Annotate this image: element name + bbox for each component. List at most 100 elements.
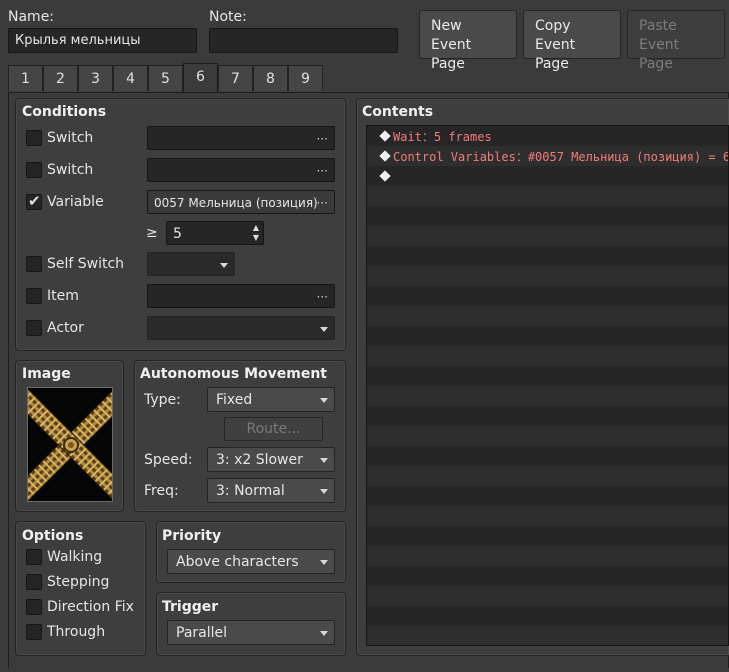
empty-row <box>367 346 728 366</box>
switch1-label: Switch <box>47 130 94 146</box>
spinner-arrows-icon[interactable]: ▲ ▼ <box>253 223 259 243</box>
new-event-page-line1: New <box>431 18 462 34</box>
tab-7[interactable]: 7 <box>218 65 253 91</box>
movement-type-label: Type: <box>144 392 181 408</box>
switch2-select[interactable]: ··· <box>147 158 335 182</box>
paste-event-page-button[interactable]: Paste Event Page <box>627 10 725 72</box>
empty-row <box>367 466 728 486</box>
priority-select[interactable]: Above characters <box>167 549 335 574</box>
paste-event-page-line1: Paste <box>639 18 677 34</box>
chevron-down-icon <box>320 458 328 463</box>
stepping-label: Stepping <box>47 574 110 590</box>
movement-freq-select[interactable]: 3: Normal <box>207 478 335 503</box>
direction-fix-label: Direction Fix <box>47 599 134 615</box>
name-label: Name: <box>8 9 55 25</box>
actor-select[interactable] <box>147 316 335 340</box>
movement-type-select[interactable]: Fixed <box>207 387 335 412</box>
direction-fix-checkbox[interactable] <box>26 599 42 615</box>
tab-6[interactable]: 6 <box>183 63 218 93</box>
chevron-down-icon <box>320 560 328 565</box>
empty-row <box>367 446 728 466</box>
walking-checkbox[interactable] <box>26 549 42 565</box>
stepping-checkbox[interactable] <box>26 574 42 590</box>
options-title: Options <box>22 528 84 544</box>
note-input[interactable] <box>209 28 398 53</box>
trigger-select[interactable]: Parallel <box>167 620 335 645</box>
movement-freq-label: Freq: <box>144 483 179 499</box>
actor-label: Actor <box>47 320 84 336</box>
self-switch-label: Self Switch <box>47 256 125 272</box>
actor-checkbox[interactable] <box>26 320 42 336</box>
command-row[interactable] <box>367 166 728 186</box>
variable-checkbox[interactable]: ✔ <box>26 192 42 210</box>
empty-row <box>367 626 728 645</box>
through-checkbox[interactable] <box>26 624 42 640</box>
switch1-checkbox[interactable] <box>26 130 42 146</box>
movement-speed-label: Speed: <box>144 452 193 468</box>
new-event-page-line2: Event Page <box>431 37 472 72</box>
ellipsis-icon: ··· <box>316 164 328 178</box>
command-list[interactable]: Wait：5 frames Control Variables：#0057 Ме… <box>366 125 729 646</box>
through-label: Through <box>47 624 106 640</box>
ellipsis-icon: ··· <box>316 196 328 210</box>
windmill-sail-image <box>28 388 112 501</box>
copy-event-page-button[interactable]: Copy Event Page <box>523 10 621 72</box>
compare-value-spinner[interactable]: 5 ▲ ▼ <box>166 221 264 245</box>
item-select[interactable]: ··· <box>147 284 335 308</box>
compare-value: 5 <box>173 226 182 242</box>
copy-event-page-line1: Copy <box>535 18 571 34</box>
command-text: Control Variables：#0057 Мельница (позици… <box>393 150 729 164</box>
self-switch-checkbox[interactable] <box>26 256 42 272</box>
command-row[interactable]: Control Variables：#0057 Мельница (позици… <box>367 146 728 166</box>
tab-4[interactable]: 4 <box>113 65 148 91</box>
chevron-down-icon <box>220 263 228 268</box>
diamond-bullet-icon <box>379 170 391 182</box>
priority-value: Above characters <box>176 554 299 570</box>
empty-row <box>367 226 728 246</box>
empty-row <box>367 266 728 286</box>
command-row[interactable]: Wait：5 frames <box>367 126 728 146</box>
chevron-down-icon <box>320 398 328 403</box>
self-switch-select[interactable] <box>147 252 235 276</box>
trigger-value: Parallel <box>176 625 228 641</box>
tab-9[interactable]: 9 <box>288 65 323 91</box>
empty-row <box>367 406 728 426</box>
chevron-down-icon <box>320 327 328 332</box>
empty-row <box>367 586 728 606</box>
empty-row <box>367 566 728 586</box>
copy-event-page-line2: Event Page <box>535 37 576 72</box>
tab-8[interactable]: 8 <box>253 65 288 91</box>
movement-speed-select[interactable]: 3: x2 Slower <box>207 447 335 472</box>
diamond-bullet-icon <box>379 150 391 162</box>
event-image-preview[interactable] <box>27 387 113 502</box>
switch2-label: Switch <box>47 162 94 178</box>
empty-row <box>367 326 728 346</box>
command-text: Wait：5 frames <box>393 130 492 144</box>
switch2-checkbox[interactable] <box>26 162 42 178</box>
tab-1[interactable]: 1 <box>8 65 43 91</box>
empty-row <box>367 546 728 566</box>
tab-2[interactable]: 2 <box>43 65 78 91</box>
movement-type-value: Fixed <box>216 392 253 408</box>
note-label: Note: <box>209 9 247 25</box>
empty-row <box>367 506 728 526</box>
empty-row <box>367 186 728 206</box>
priority-title: Priority <box>162 528 222 544</box>
variable-select[interactable]: 0057 Мельница (позиция) ··· <box>147 190 335 214</box>
movement-speed-value: 3: x2 Slower <box>216 452 303 468</box>
movement-title: Autonomous Movement <box>140 366 327 382</box>
switch1-select[interactable]: ··· <box>147 126 335 150</box>
diamond-bullet-icon <box>379 130 391 142</box>
name-input[interactable]: Крылья мельницы <box>8 28 197 53</box>
tab-5[interactable]: 5 <box>148 65 183 91</box>
empty-row <box>367 366 728 386</box>
empty-row <box>367 286 728 306</box>
compare-operator: ≥ <box>146 225 158 241</box>
trigger-title: Trigger <box>162 599 219 615</box>
route-button[interactable]: Route... <box>224 417 323 441</box>
tab-3[interactable]: 3 <box>78 65 113 91</box>
item-checkbox[interactable] <box>26 288 42 304</box>
empty-row <box>367 206 728 226</box>
new-event-page-button[interactable]: New Event Page <box>419 10 517 72</box>
conditions-title: Conditions <box>22 104 107 120</box>
